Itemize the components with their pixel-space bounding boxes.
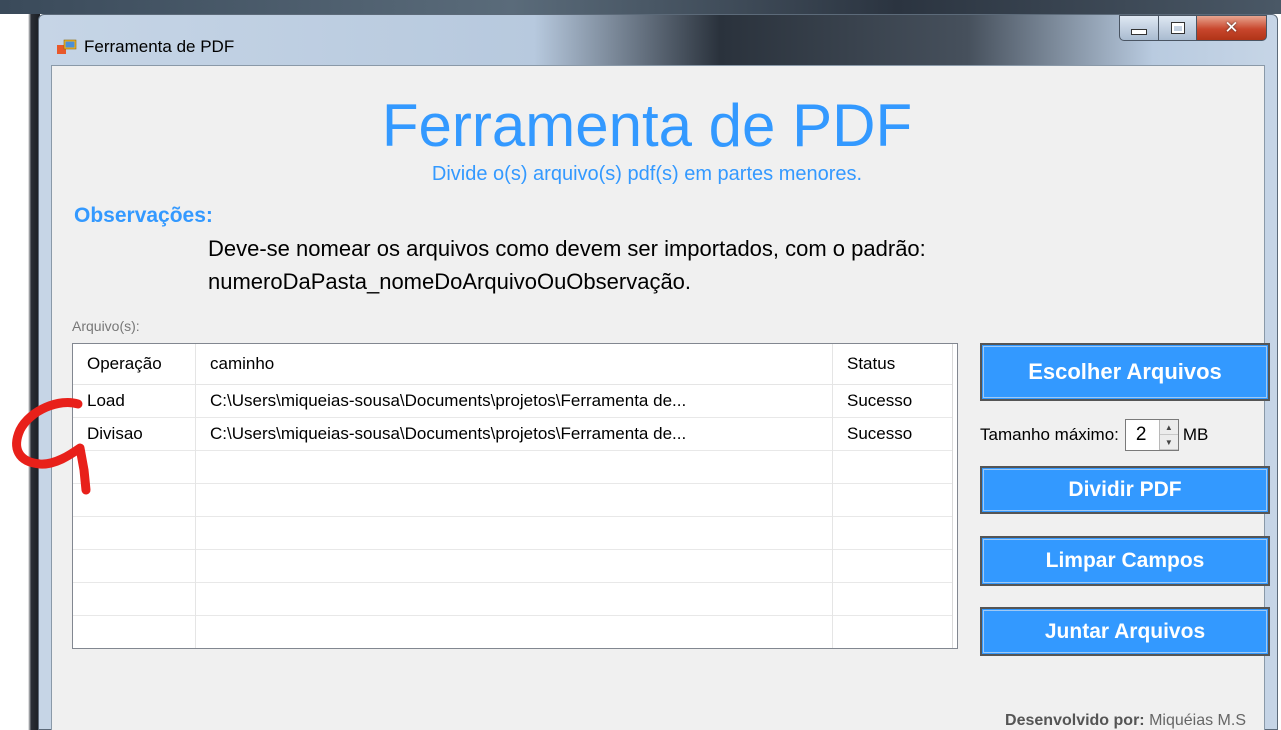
table-row[interactable]: Divisao C:\Users\miqueias-sousa\Document… <box>73 417 953 451</box>
app-window: Ferramenta de PDF ✕ Ferramenta de PDF Di… <box>38 14 1278 730</box>
column-header-status[interactable]: Status <box>833 344 953 384</box>
empty-table-row <box>73 615 953 648</box>
empty-table-row <box>73 483 953 517</box>
cell-caminho: C:\Users\miqueias-sousa\Documents\projet… <box>196 417 833 450</box>
desktop-background <box>0 0 1281 14</box>
cell-operacao: Load <box>73 384 196 417</box>
close-button[interactable]: ✕ <box>1197 15 1267 41</box>
cell-status: Sucesso <box>833 384 953 417</box>
empty-table-row <box>73 582 953 616</box>
column-header-caminho[interactable]: caminho <box>196 344 833 384</box>
split-pdf-button[interactable]: Dividir PDF <box>980 466 1270 514</box>
stepper-down-icon[interactable]: ▼ <box>1159 435 1178 450</box>
cell-operacao: Divisao <box>73 417 196 450</box>
cell-caminho: C:\Users\miqueias-sousa\Documents\projet… <box>196 384 833 417</box>
page-subtitle: Divide o(s) arquivo(s) pdf(s) em partes … <box>431 163 863 185</box>
developer-credit: Desenvolvido por: Miquéias M.S <box>1005 712 1246 730</box>
notes-line-1: Deve-se nomear os arquivos como devem se… <box>208 236 926 261</box>
notes-text: Deve-se nomear os arquivos como devem se… <box>208 232 926 298</box>
column-header-operacao[interactable]: Operação <box>73 344 196 384</box>
desktop-background-left <box>0 14 40 730</box>
screenshot: Ferramenta de PDF ✕ Ferramenta de PDF Di… <box>0 0 1281 730</box>
table-row[interactable]: Load C:\Users\miqueias-sousa\Documents\p… <box>73 384 953 418</box>
files-group-label: Arquivo(s): <box>72 318 140 334</box>
cell-status: Sucesso <box>833 417 953 450</box>
notes-line-2: numeroDaPasta_nomeDoArquivoOuObservação. <box>208 269 692 294</box>
empty-table-row <box>73 450 953 484</box>
stepper-up-icon[interactable]: ▲ <box>1159 420 1178 435</box>
minimize-button[interactable] <box>1119 15 1159 41</box>
stepper-buttons: ▲ ▼ <box>1158 420 1178 450</box>
credit-name: Miquéias M.S <box>1149 712 1246 729</box>
max-size-value[interactable]: 2 <box>1136 424 1147 446</box>
clear-fields-button[interactable]: Limpar Campos <box>980 536 1270 586</box>
empty-table-row <box>73 549 953 583</box>
client-area: Ferramenta de PDF Divide o(s) arquivo(s)… <box>51 65 1270 730</box>
notes-label: Observações: <box>74 204 213 227</box>
choose-files-button[interactable]: Escolher Arquivos <box>980 343 1270 401</box>
max-size-control: Tamanho máximo: 2 ▲ ▼ MB <box>980 418 1208 452</box>
window-controls: ✕ <box>1119 15 1267 41</box>
window-title: Ferramenta de PDF <box>84 37 235 56</box>
max-size-stepper[interactable]: 2 ▲ ▼ <box>1124 419 1179 451</box>
title-bar[interactable]: Ferramenta de PDF ✕ <box>39 15 1277 65</box>
maximize-button[interactable] <box>1159 15 1197 41</box>
minimize-icon <box>1131 29 1147 35</box>
table-header: Operação caminho Status <box>73 344 953 385</box>
maximize-icon <box>1170 22 1185 34</box>
max-size-unit: MB <box>1182 425 1209 444</box>
max-size-label: Tamanho máximo: <box>980 425 1119 444</box>
files-table[interactable]: Operação caminho Status Load C:\Users\mi… <box>72 343 958 649</box>
page-title: Ferramenta de PDF <box>381 92 913 159</box>
join-files-button[interactable]: Juntar Arquivos <box>980 607 1270 656</box>
empty-table-row <box>73 516 953 550</box>
app-icon <box>57 39 77 54</box>
close-icon: ✕ <box>1224 18 1239 38</box>
credit-prefix: Desenvolvido por: <box>1005 712 1145 729</box>
